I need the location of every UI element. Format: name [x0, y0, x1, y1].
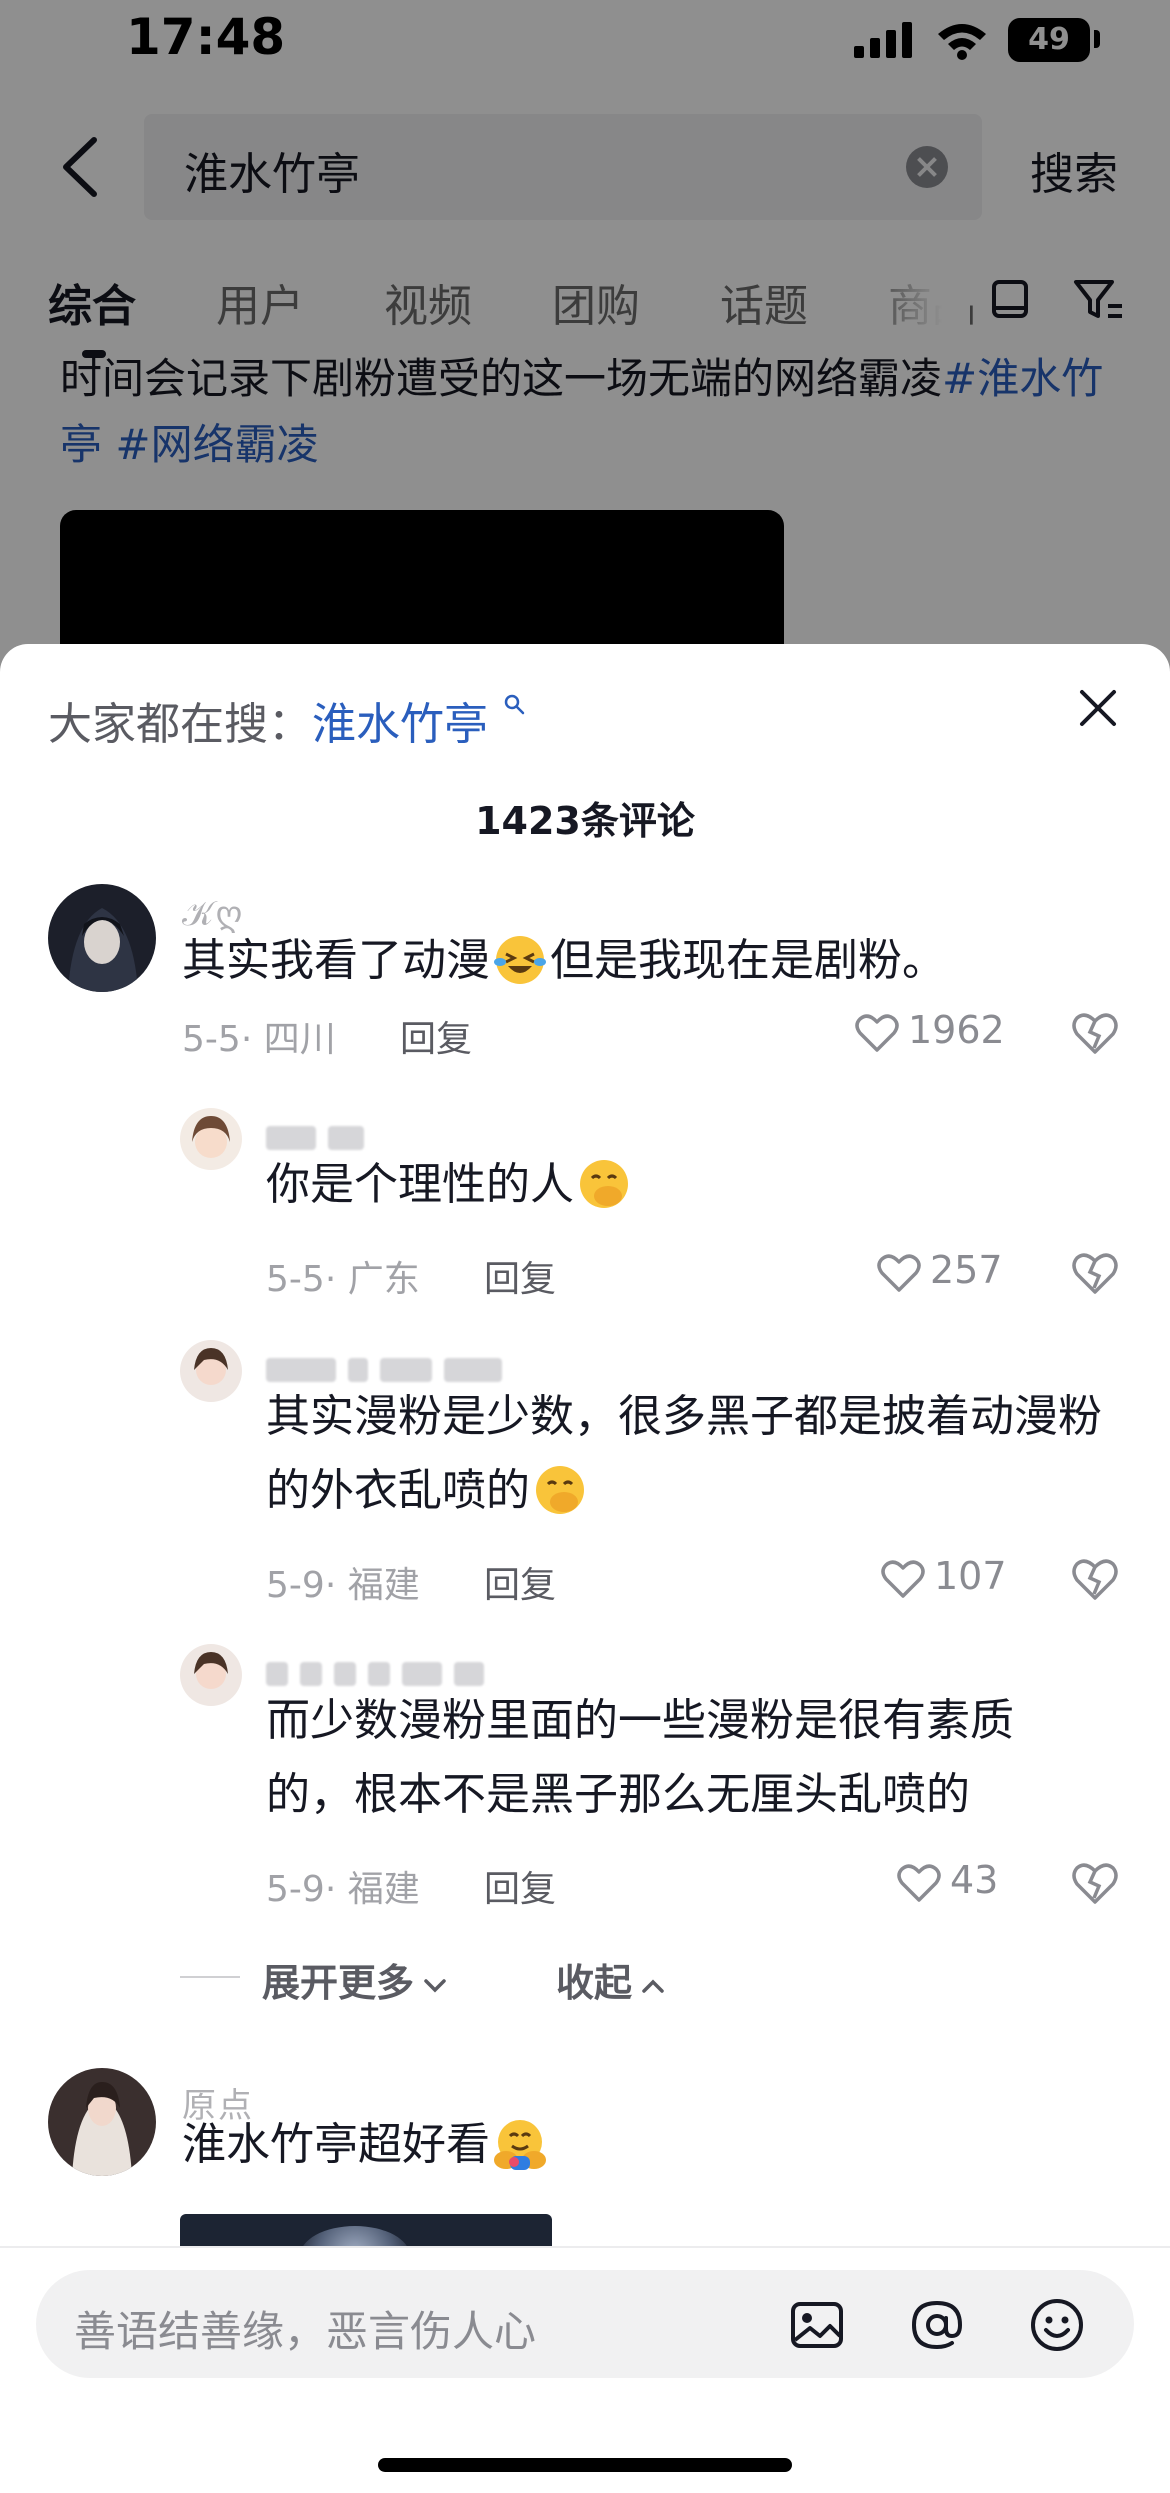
comment-text: 淮水竹亭超好看	[182, 2108, 550, 2182]
avatar[interactable]	[180, 1108, 242, 1170]
dislike-icon[interactable]	[1070, 1556, 1120, 1602]
comment-text: 而少数漫粉里面的一些漫粉是很有素质的，根本不是黑子那么无厘头乱喷的	[266, 1695, 1014, 1820]
reply-button[interactable]: 回复	[484, 1556, 556, 1608]
emoji-picker-icon[interactable]	[1028, 2296, 1086, 2354]
comment-input-bar: 善语结善缘，恶言伤人心	[0, 2246, 1170, 2493]
expand-more-button[interactable]: 展开更多	[262, 1952, 448, 2007]
hugging-face-emoji-icon	[494, 2120, 546, 2170]
comment-meta: 5-9· 福建	[266, 1869, 420, 1910]
comment-location: 广东	[347, 1259, 420, 1300]
mention-icon[interactable]	[908, 2296, 966, 2354]
comment-text-part: 其实我看了动漫	[182, 935, 490, 986]
heart-icon	[897, 1863, 941, 1902]
avatar[interactable]	[180, 1644, 242, 1706]
like-count: 107	[934, 1554, 1007, 1598]
chevron-down-icon	[424, 1978, 446, 1992]
comment-location: 四川	[263, 1019, 336, 1060]
image-picker-icon[interactable]	[788, 2296, 846, 2354]
comment-meta: 5-5· 四川	[182, 1019, 336, 1060]
comment-date: 5-5	[182, 1019, 241, 1060]
comment-date: 5-9	[266, 1869, 325, 1910]
collapse-button[interactable]: 收起	[556, 1952, 666, 2007]
comment-meta: 5-5· 广东	[266, 1259, 420, 1300]
collapse-label: 收起	[556, 1961, 633, 2005]
hot-search-label: 大家都在搜：	[48, 699, 312, 750]
like-button[interactable]: 1962	[854, 1008, 1005, 1054]
hot-search-term[interactable]: 淮水竹亭	[312, 699, 488, 750]
heart-icon	[877, 1253, 921, 1292]
laughing-crying-emoji-icon	[494, 936, 546, 984]
comment-text: 其实漫粉是少数，很多黑子都是披着动漫粉的外衣乱喷的	[266, 1380, 1106, 1528]
home-indicator	[378, 2458, 792, 2472]
like-count: 1962	[908, 1008, 1005, 1052]
thread-divider-line	[180, 1976, 240, 1978]
hand-over-mouth-emoji-icon	[580, 1160, 628, 1208]
comment-date: 5-5	[266, 1259, 325, 1300]
hand-over-mouth-emoji-icon	[536, 1466, 584, 1514]
comment-meta: 5-9· 福建	[266, 1565, 420, 1606]
reply-button[interactable]: 回复	[484, 1860, 556, 1912]
comment-sheet: 大家都在搜：淮水竹亭 1423条评论 𝒦ღ 其实我看了动漫 但是我现在是剧粉。 …	[0, 644, 1170, 2493]
like-button[interactable]: 43	[896, 1858, 998, 1904]
comment-text: 其实我看了动漫 但是我现在是剧粉。	[182, 924, 946, 998]
avatar[interactable]	[180, 1340, 242, 1402]
like-count: 257	[930, 1248, 1003, 1292]
dislike-icon[interactable]	[1070, 1860, 1120, 1906]
heart-icon	[881, 1559, 925, 1598]
comment-input-placeholder: 善语结善缘，恶言伤人心	[74, 2307, 537, 2356]
comment-text-part: 淮水竹亭超好看	[182, 2119, 490, 2170]
search-icon	[504, 694, 525, 715]
like-button[interactable]: 107	[880, 1554, 1007, 1600]
comment-text: 你是个理性的人	[266, 1148, 634, 1222]
dislike-icon[interactable]	[1070, 1010, 1120, 1056]
avatar[interactable]	[48, 2068, 156, 2176]
comment-text-part: 其实漫粉是少数，很多黑子都是披着动漫粉的外衣乱喷的	[266, 1391, 1102, 1516]
reply-button[interactable]: 回复	[400, 1010, 472, 1062]
comment-location: 福建	[347, 1869, 420, 1910]
comment-text-part: 你是个理性的人	[266, 1159, 574, 1210]
comment-date: 5-9	[266, 1565, 325, 1606]
hot-search-suggestion[interactable]: 大家都在搜：淮水竹亭	[48, 688, 526, 752]
reply-button[interactable]: 回复	[484, 1250, 556, 1302]
avatar[interactable]	[48, 884, 156, 992]
heart-icon	[855, 1013, 899, 1052]
modal-backdrop[interactable]	[0, 0, 1170, 700]
comment-count: 1423条评论	[475, 799, 695, 843]
comment-input[interactable]: 善语结善缘，恶言伤人心	[36, 2270, 1134, 2378]
chevron-up-icon	[642, 1979, 664, 1993]
dislike-icon[interactable]	[1070, 1250, 1120, 1296]
like-button[interactable]: 257	[876, 1248, 1003, 1294]
comment-location: 福建	[347, 1565, 420, 1606]
comment-text-part: 但是我现在是剧粉。	[550, 935, 946, 986]
close-icon[interactable]	[1074, 684, 1122, 732]
like-count: 43	[950, 1858, 999, 1902]
thread-controls: 展开更多 收起	[0, 1946, 1170, 2006]
expand-more-label: 展开更多	[262, 1961, 415, 2005]
